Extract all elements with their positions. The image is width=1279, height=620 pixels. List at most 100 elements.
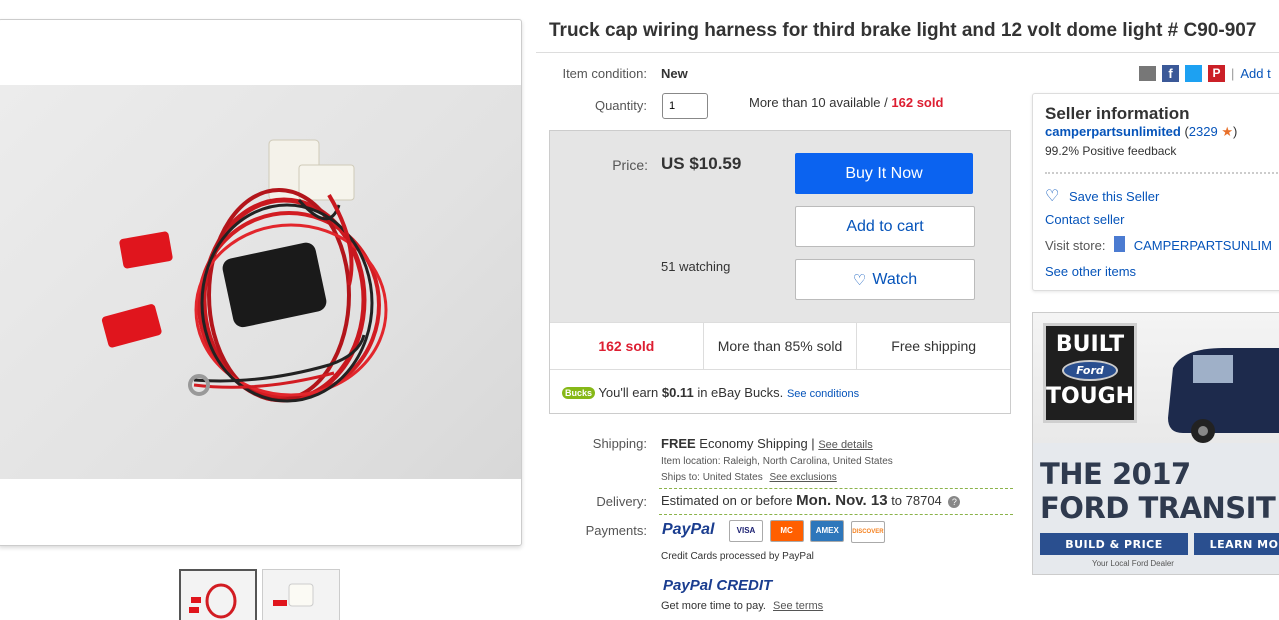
save-seller-row[interactable]: ♡ Save this Seller bbox=[1045, 186, 1159, 206]
delivery-estimate: Estimated on or before Mon. Nov. 13 to 7… bbox=[661, 492, 961, 509]
facebook-icon[interactable]: f bbox=[1162, 65, 1179, 82]
built-ford-tough-logo: BUILT Ford TOUGH bbox=[1043, 323, 1137, 423]
store-name-link[interactable]: CAMPERPARTSUNLIM bbox=[1134, 238, 1272, 253]
ad-top-banner: BUILT Ford TOUGH bbox=[1033, 313, 1279, 443]
save-seller-link[interactable]: Save this Seller bbox=[1069, 189, 1159, 204]
stat-sold[interactable]: 162 sold bbox=[550, 323, 704, 369]
ships-to-row: Ships to: United States See exclusions bbox=[661, 472, 837, 483]
discover-icon: DISCOVER bbox=[850, 521, 885, 543]
ad-bottom-panel: THE 2017 FORD TRANSIT bbox=[1033, 443, 1279, 574]
visa-icon: VISA bbox=[729, 520, 763, 542]
payments-label: Payments: bbox=[585, 523, 647, 538]
twitter-icon[interactable] bbox=[1185, 65, 1202, 82]
see-terms-link[interactable]: See terms bbox=[773, 600, 823, 612]
visit-store-label: Visit store: bbox=[1045, 238, 1106, 253]
shipping-method: Economy Shipping | bbox=[699, 436, 815, 451]
feedback-score-link[interactable]: 2329 bbox=[1189, 124, 1218, 139]
seller-name-link[interactable]: camperpartsunlimited bbox=[1045, 124, 1181, 139]
contact-seller-link[interactable]: Contact seller bbox=[1045, 212, 1124, 227]
watch-label: Watch bbox=[872, 270, 918, 288]
bucks-badge-icon: Bucks bbox=[562, 387, 596, 399]
price-panel: Price: US $10.59 51 watching Buy It Now … bbox=[550, 131, 1010, 322]
email-icon[interactable] bbox=[1139, 66, 1156, 81]
share-separator: | bbox=[1231, 66, 1235, 81]
visit-store-row: Visit store: CAMPERPARTSUNLIM bbox=[1045, 236, 1272, 253]
thumbnail-connector-image bbox=[273, 583, 314, 607]
add-to-cart-button[interactable]: Add to cart bbox=[795, 206, 975, 247]
condition-value: New bbox=[661, 66, 688, 81]
add-to-watchlist-link[interactable]: Add t bbox=[1240, 66, 1270, 81]
stat-free-shipping: Free shipping bbox=[891, 338, 977, 354]
ships-to: Ships to: United States bbox=[661, 472, 763, 483]
paypal-credit-logo: PayPal CREDIT bbox=[663, 577, 773, 594]
amex-icon: AMEX bbox=[810, 520, 845, 542]
delivery-zip[interactable]: to 78704 bbox=[891, 493, 942, 508]
heart-outline-icon: ♡ bbox=[1045, 188, 1060, 205]
heart-icon: ♡ bbox=[852, 271, 867, 289]
seller-heading: Seller information bbox=[1045, 104, 1190, 123]
product-photo[interactable] bbox=[0, 85, 521, 479]
help-icon[interactable]: ? bbox=[948, 496, 961, 508]
bucks-suffix: in eBay Bucks. bbox=[697, 385, 784, 400]
price-value: US $10.59 bbox=[661, 154, 742, 173]
quantity-label: Quantity: bbox=[594, 98, 647, 113]
see-details-link[interactable]: See details bbox=[818, 439, 872, 451]
seller-divider bbox=[1045, 172, 1279, 174]
watch-button[interactable]: ♡ Watch bbox=[795, 259, 975, 300]
delivery-bottom-rule bbox=[659, 514, 1013, 515]
wiring-harness-image bbox=[101, 139, 388, 403]
sales-stats: 162 sold More than 85% sold Free shippin… bbox=[550, 322, 1010, 370]
bucks-prefix: You'll earn bbox=[598, 385, 659, 400]
condition-label: Item condition: bbox=[562, 66, 647, 81]
title-divider bbox=[536, 52, 1279, 53]
card-logos: VISA MC AMEX DISCOVER bbox=[729, 520, 888, 543]
positive-feedback: 99.2% Positive feedback bbox=[1045, 144, 1177, 158]
build-price-button[interactable]: BUILD & PRICE bbox=[1040, 533, 1188, 555]
price-label: Price: bbox=[612, 157, 648, 173]
thumbnail-1[interactable] bbox=[179, 569, 257, 620]
watching-count: 51 watching bbox=[661, 259, 731, 274]
mastercard-icon: MC bbox=[769, 520, 804, 542]
availability-text: More than 10 available / bbox=[749, 95, 888, 110]
availability: More than 10 available / 162 sold bbox=[749, 95, 943, 110]
sold-count[interactable]: 162 sold bbox=[891, 95, 943, 110]
quantity-input[interactable] bbox=[662, 93, 708, 119]
ford-transit-van-image bbox=[1168, 348, 1279, 443]
pinterest-icon[interactable]: P bbox=[1208, 65, 1225, 82]
credit-card-note: Credit Cards processed by PayPal bbox=[661, 551, 814, 562]
shipping-label: Shipping: bbox=[592, 436, 647, 451]
store-icon bbox=[1114, 236, 1126, 252]
see-other-items-link[interactable]: See other items bbox=[1045, 264, 1136, 279]
buy-it-now-button[interactable]: Buy It Now bbox=[795, 153, 973, 194]
learn-more-button[interactable]: LEARN MO bbox=[1194, 533, 1279, 555]
item-location: Item location: Raleigh, North Carolina, … bbox=[661, 456, 893, 467]
credit-tagline: Get more time to pay. bbox=[661, 600, 766, 612]
shipping-free: FREE bbox=[661, 436, 696, 451]
item-title: Truck cap wiring harness for third brake… bbox=[549, 20, 1257, 41]
delivery-prefix: Estimated on or before bbox=[661, 493, 793, 508]
see-exclusions-link[interactable]: See exclusions bbox=[770, 472, 837, 483]
delivery-top-rule bbox=[659, 488, 1013, 489]
see-conditions-link[interactable]: See conditions bbox=[787, 388, 859, 400]
seller-info-panel: Seller information camperpartsunlimited … bbox=[1032, 93, 1279, 291]
badge-built: BUILT bbox=[1055, 332, 1125, 357]
paypal-logo: PayPal bbox=[662, 521, 715, 538]
share-bar: f P | Add t bbox=[1139, 65, 1271, 82]
delivery-label: Delivery: bbox=[596, 494, 647, 509]
ad-headline: THE 2017 FORD TRANSIT bbox=[1040, 457, 1276, 525]
thumbnail-harness-image bbox=[189, 583, 237, 619]
main-image-panel[interactable] bbox=[0, 19, 522, 546]
ford-ad[interactable]: BUILT Ford TOUGH THE 2017 FORD TRANSIT B… bbox=[1032, 312, 1279, 575]
ad-headline-1: THE 2017 bbox=[1040, 457, 1191, 491]
ford-oval-logo: Ford bbox=[1062, 360, 1118, 381]
badge-tough: TOUGH bbox=[1046, 384, 1135, 409]
paypal-credit-row: Get more time to pay. See terms bbox=[661, 600, 823, 612]
ad-dealer-text: Your Local Ford Dealer bbox=[1092, 559, 1174, 568]
thumbnail-2[interactable] bbox=[262, 569, 340, 620]
stat-percent-sold: More than 85% sold bbox=[704, 323, 858, 369]
bucks-amount: $0.11 bbox=[661, 385, 694, 400]
price-box: Price: US $10.59 51 watching Buy It Now … bbox=[549, 130, 1011, 414]
star-icon: ★ bbox=[1221, 124, 1233, 139]
ebay-bucks-row: Bucks You'll earn $0.11 in eBay Bucks. S… bbox=[562, 385, 859, 400]
seller-name-row: camperpartsunlimited (2329 ★) bbox=[1045, 124, 1238, 139]
